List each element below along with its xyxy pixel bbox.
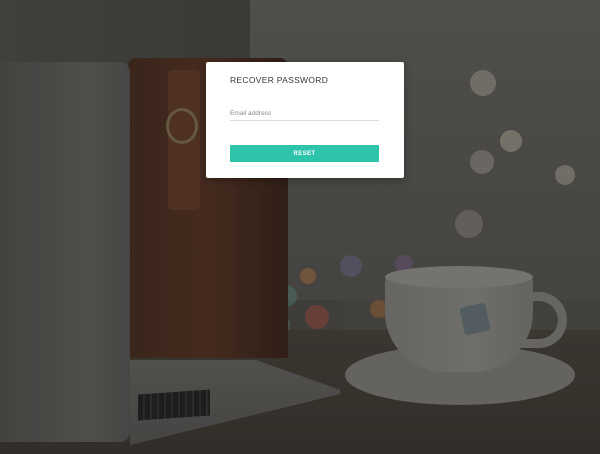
- background-photo: RECOVER PASSWORD RESET: [0, 0, 600, 454]
- email-field[interactable]: [230, 106, 379, 121]
- recover-password-card: RECOVER PASSWORD RESET: [206, 62, 404, 178]
- recover-password-title: RECOVER PASSWORD: [230, 75, 329, 85]
- reset-button[interactable]: RESET: [230, 145, 379, 162]
